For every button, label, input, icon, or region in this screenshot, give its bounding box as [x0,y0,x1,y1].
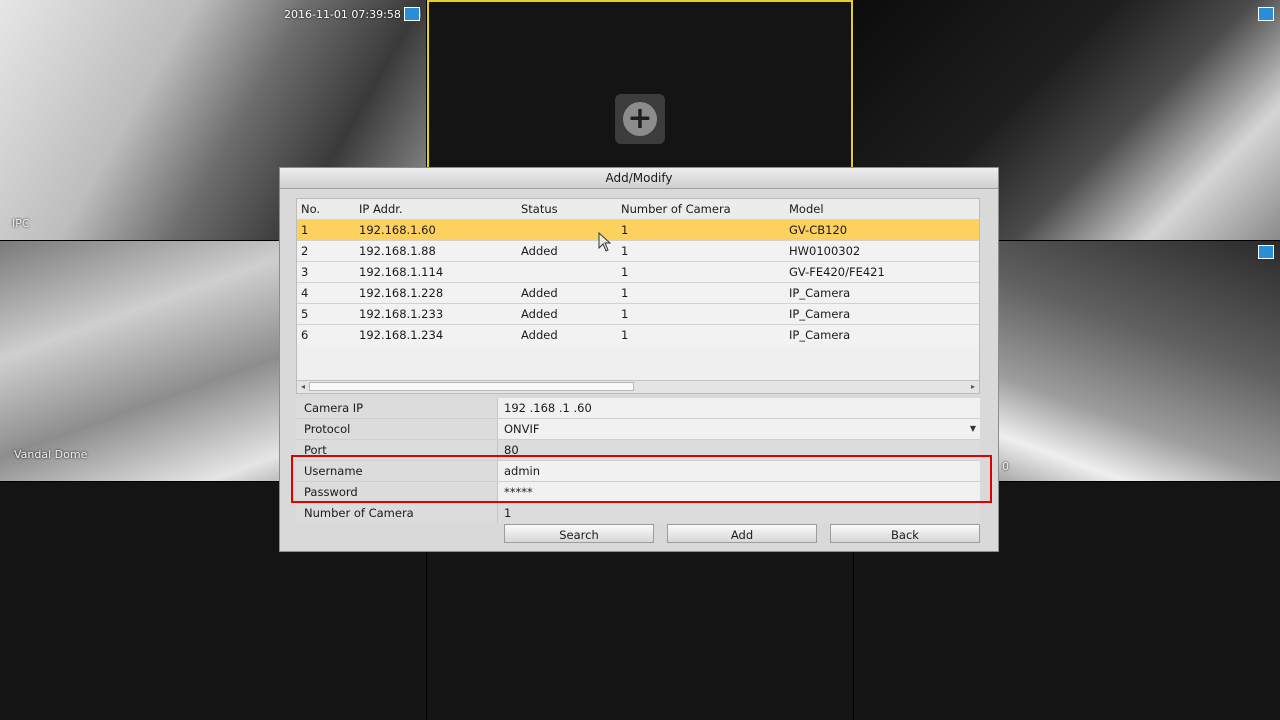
num-camera-label: Number of Camera [296,503,498,523]
col-header-no[interactable]: No. [297,199,359,219]
horizontal-scrollbar[interactable]: ◂ ▸ [297,380,979,393]
cell-no: 3 [301,265,309,279]
recording-icon [1258,245,1274,259]
protocol-label: Protocol [296,419,498,439]
dropdown-arrow-icon[interactable]: ▼ [970,419,976,439]
dialog-buttons: Search Add Back [504,524,980,543]
protocol-select[interactable]: ONVIF ▼ [498,419,980,439]
mouse-pointer-icon [598,232,612,252]
cell-status: Added [521,286,558,300]
cell-num-camera: 1 [621,328,629,342]
num-camera-input[interactable]: 1 [498,503,980,523]
col-header-status[interactable]: Status [521,199,621,219]
search-button[interactable]: Search [504,524,654,543]
col-header-ip[interactable]: IP Addr. [359,199,521,219]
cell-model: IP_Camera [789,328,851,342]
pane-label-ipc: IPC [12,217,30,230]
cell-status: Added [521,328,558,342]
scrollbar-thumb[interactable] [309,382,634,391]
cell-num-camera: 1 [621,307,629,321]
camera-ip-label: Camera IP [296,398,498,418]
cell-ip: 192.168.1.234 [359,328,444,342]
pane-label-vandal-dome: Vandal Dome [14,448,88,461]
cell-ip: 192.168.1.114 [359,265,444,279]
cell-model: IP_Camera [789,286,851,300]
table-row[interactable]: 4 192.168.1.228 Added 1 IP_Camera [297,282,979,303]
cell-ip: 192.168.1.233 [359,307,444,321]
cell-no: 5 [301,307,309,321]
pane-timestamp: 2016-11-01 07:39:58 AM [284,8,422,21]
add-button[interactable]: Add [667,524,817,543]
cell-num-camera: 1 [621,265,629,279]
col-header-model[interactable]: Model [789,199,979,219]
plus-icon: + [623,102,657,136]
add-camera-button[interactable]: + [615,94,665,144]
recording-icon [404,7,420,21]
table-row[interactable]: 3 192.168.1.114 1 GV-FE420/FE421 [297,261,979,282]
table-header: No. IP Addr. Status Number of Camera Mod… [297,199,979,219]
cell-ip: 192.168.1.228 [359,286,444,300]
recording-icon [1258,7,1274,21]
cell-model: GV-CB120 [789,223,848,237]
table-row[interactable]: 2 192.168.1.88 Added 1 HW0100302 [297,240,979,261]
table-row[interactable]: 1 192.168.1.60 1 GV-CB120 [297,219,979,240]
cell-no: 1 [301,223,309,237]
cell-num-camera: 1 [621,286,629,300]
cell-no: 2 [301,244,309,258]
scroll-right-icon[interactable]: ▸ [967,381,979,392]
device-table: No. IP Addr. Status Number of Camera Mod… [296,198,980,394]
cell-num-camera: 1 [621,223,629,237]
table-row[interactable]: 6 192.168.1.234 Added 1 IP_Camera [297,324,979,345]
cell-ip: 192.168.1.88 [359,244,436,258]
cell-no: 6 [301,328,309,342]
scroll-left-icon[interactable]: ◂ [297,381,309,392]
protocol-value: ONVIF [504,422,540,436]
table-row[interactable]: 5 192.168.1.233 Added 1 IP_Camera [297,303,979,324]
back-button[interactable]: Back [830,524,980,543]
dialog-title: Add/Modify [280,168,998,189]
col-header-num-camera[interactable]: Number of Camera [621,199,789,219]
cell-status: Added [521,307,558,321]
cell-model: IP_Camera [789,307,851,321]
cell-no: 4 [301,286,309,300]
pane-label-6: 0 [1002,460,1009,473]
cell-num-camera: 1 [621,244,629,258]
cell-ip: 192.168.1.60 [359,223,436,237]
cell-status [521,262,621,282]
credentials-highlight-box [291,455,992,503]
cell-model: HW0100302 [789,244,861,258]
camera-ip-input[interactable]: 192 .168 .1 .60 [498,398,980,418]
cell-model: GV-FE420/FE421 [789,265,885,279]
